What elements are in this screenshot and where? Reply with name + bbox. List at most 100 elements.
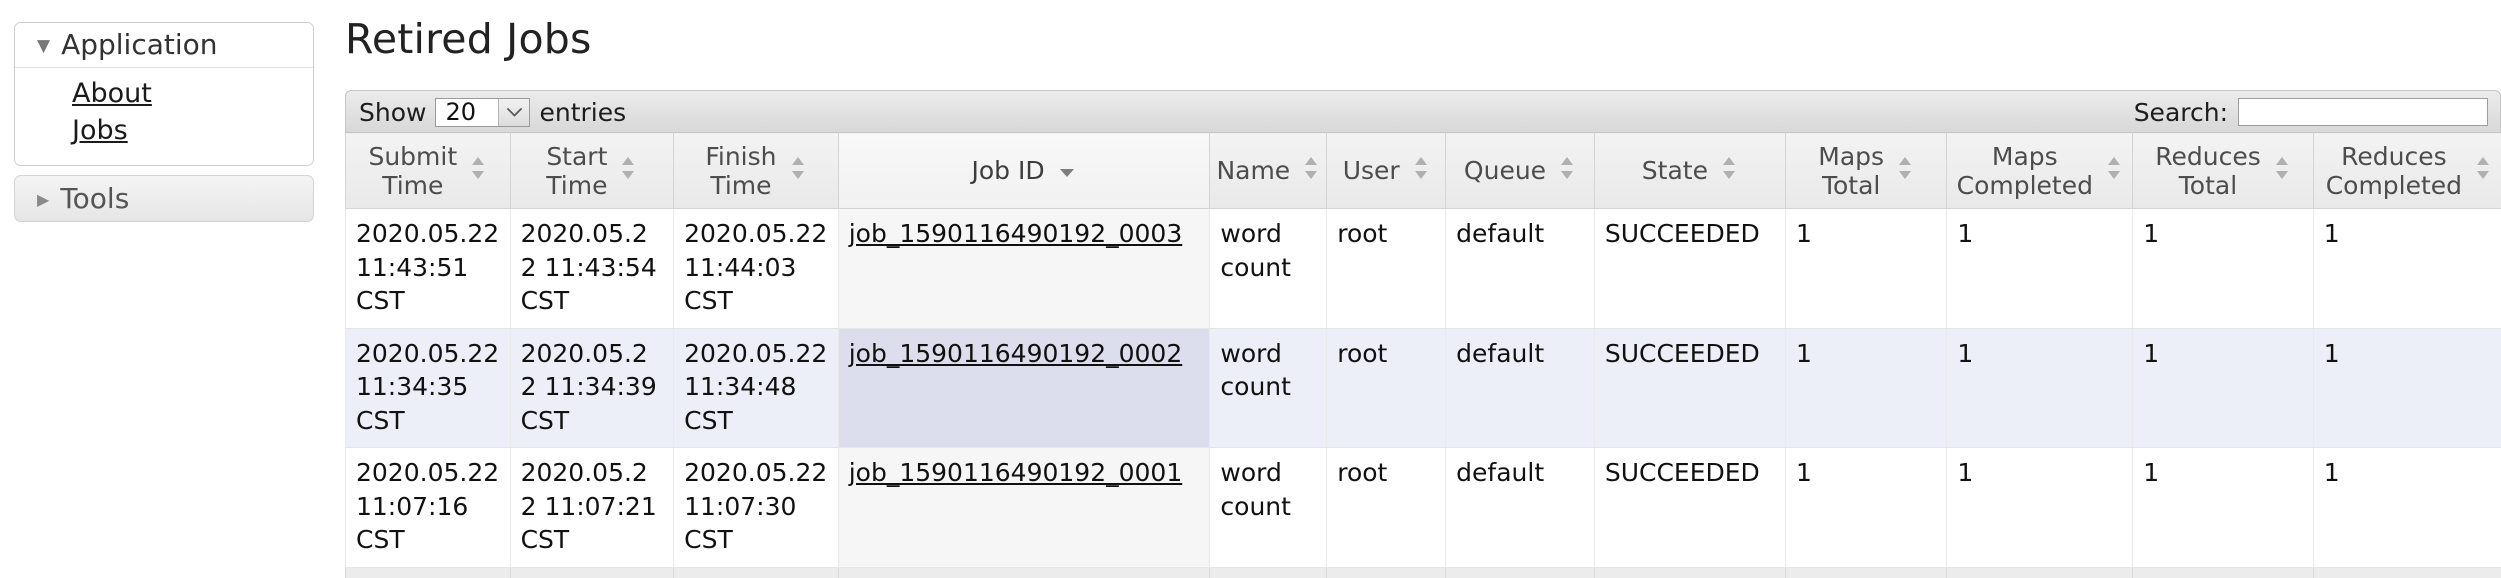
sort-both-icon [1412, 153, 1430, 189]
job-id-link[interactable]: job_1590116490192_0002 [849, 339, 1183, 368]
cell-user: root [1326, 447, 1447, 568]
cell-reduces_completed: 1 [2312, 447, 2501, 568]
cell-maps_total: 1 [1784, 328, 1948, 448]
cell-state: SUCCEEDED [1593, 208, 1786, 329]
filter-cell-col-finish-time [673, 566, 839, 578]
cell-name: word count [1209, 208, 1328, 329]
sort-both-icon [1896, 153, 1914, 189]
sidebar-section-tools-header[interactable]: ▶ Tools [15, 176, 313, 221]
jobs-table-head: Submit Time Start Time Finish Time Job ID Name U… [345, 132, 2501, 209]
datatable-toolbar: Show 20 entries Search: [345, 90, 2501, 132]
filter-cell-col-name [1209, 566, 1328, 578]
cell-user: root [1326, 208, 1447, 329]
filter-cell-col-state [1593, 566, 1786, 578]
sort-desc-icon [1057, 156, 1077, 185]
jobs-table-container: Submit Time Start Time Finish Time Job ID Name U… [345, 132, 2501, 578]
cell-finish_time: 2020.05.22 11:07:30 CST [673, 447, 839, 568]
col-start-time-label: Start Time [546, 141, 608, 200]
col-submit-time[interactable]: Submit Time [345, 132, 511, 209]
col-reduces-completed-label: Reduces Completed [2325, 141, 2463, 200]
sort-both-icon [1720, 153, 1738, 189]
cell-job_id: job_1590116490192_0003 [837, 208, 1211, 329]
cell-job_id: job_1590116490192_0001 [837, 447, 1211, 568]
jobs-table-header-row: Submit Time Start Time Finish Time Job ID Name U… [345, 132, 2501, 209]
col-name-label: Name [1216, 156, 1291, 185]
chevron-down-icon [498, 98, 530, 126]
col-user[interactable]: User [1326, 132, 1447, 209]
filter-cell-col-reduces-total [2132, 566, 2314, 578]
cell-reduces_completed: 1 [2312, 208, 2501, 329]
cell-reduces_total: 1 [2132, 328, 2314, 448]
filter-cell-col-maps-completed [1946, 566, 2134, 578]
col-state[interactable]: State [1593, 132, 1786, 209]
col-maps-total[interactable]: Maps Total [1784, 132, 1948, 209]
cell-finish_time: 2020.05.22 11:44:03 CST [673, 208, 839, 329]
col-finish-time[interactable]: Finish Time [673, 132, 839, 209]
col-queue[interactable]: Queue [1445, 132, 1595, 209]
cell-user: root [1326, 328, 1447, 448]
cell-state: SUCCEEDED [1593, 328, 1786, 448]
filter-cell-col-queue [1445, 566, 1595, 578]
cell-maps_total: 1 [1784, 208, 1948, 329]
cell-queue: default [1445, 208, 1595, 329]
filter-cell-col-user [1326, 566, 1447, 578]
col-maps-total-label: Maps Total [1818, 141, 1885, 200]
sort-both-icon [469, 153, 487, 189]
col-user-label: User [1342, 156, 1400, 185]
col-job-id[interactable]: Job ID [837, 132, 1211, 209]
cell-finish_time: 2020.05.22 11:34:48 CST [673, 328, 839, 448]
table-row: 2020.05.22 11:34:35 CST 2020.05.22 11:34:… [345, 328, 2501, 448]
search-input[interactable] [2238, 98, 2488, 126]
col-job-id-label: Job ID [971, 156, 1045, 185]
jobs-table: Submit Time Start Time Finish Time Job ID Name U… [345, 132, 2501, 578]
page-length-value: 20 [445, 98, 477, 126]
sidebar-link-about[interactable]: About [15, 75, 313, 112]
sidebar-link-jobs[interactable]: Jobs [15, 112, 313, 149]
cell-start_time: 2020.05.22 11:07:21 CST [509, 447, 675, 568]
col-reduces-total-label: Reduces Total [2155, 141, 2261, 200]
sort-both-icon [2474, 153, 2492, 189]
cell-reduces_total: 1 [2132, 208, 2314, 329]
col-name[interactable]: Name [1209, 132, 1328, 209]
cell-submit_time: 2020.05.22 11:43:51 CST [345, 208, 511, 329]
sidebar-section-application-header[interactable]: ▼ Application [15, 23, 313, 68]
triangle-down-icon: ▼ [37, 36, 51, 56]
col-state-label: State [1641, 156, 1708, 185]
job-id-link[interactable]: job_1590116490192_0001 [849, 458, 1183, 487]
cell-name: word count [1209, 447, 1328, 568]
job-id-link[interactable]: job_1590116490192_0003 [849, 219, 1183, 248]
cell-reduces_total: 1 [2132, 447, 2314, 568]
filter-cell-col-reduces-completed [2312, 566, 2501, 578]
show-label: Show [359, 97, 427, 127]
page-length-select[interactable]: 20 [435, 97, 531, 127]
table-row: 2020.05.22 11:43:51 CST 2020.05.22 11:43:… [345, 208, 2501, 329]
col-start-time[interactable]: Start Time [509, 132, 675, 209]
page-length-control: Show 20 entries [359, 91, 626, 133]
cell-start_time: 2020.05.22 11:43:54 CST [509, 208, 675, 329]
col-maps-completed[interactable]: Maps Completed [1946, 132, 2134, 209]
sort-both-icon [1302, 153, 1320, 189]
col-reduces-total[interactable]: Reduces Total [2132, 132, 2314, 209]
search-label: Search: [2133, 97, 2228, 127]
page-title: Retired Jobs [345, 15, 592, 63]
col-maps-completed-label: Maps Completed [1956, 141, 2093, 200]
cell-state: SUCCEEDED [1593, 447, 1786, 568]
filter-cell-col-start-time [509, 566, 675, 578]
sidebar-section-application-label: Application [61, 28, 218, 61]
sidebar: ▼ Application About Jobs ▶ Tools [14, 22, 314, 222]
col-queue-label: Queue [1463, 156, 1547, 185]
sort-both-icon [2105, 153, 2123, 189]
filter-cell-col-job-id [837, 566, 1211, 578]
filter-cell-col-submit-time [345, 566, 511, 578]
col-reduces-completed[interactable]: Reduces Completed [2312, 132, 2501, 209]
table-row: 2020.05.22 11:07:16 CST 2020.05.22 11:07:… [345, 447, 2501, 568]
sidebar-section-tools[interactable]: ▶ Tools [14, 175, 314, 222]
jobs-table-filter-row [345, 566, 2501, 578]
cell-maps_completed: 1 [1946, 447, 2134, 568]
main-content: Retired Jobs Show 20 entries Search: Sub… [341, 0, 2501, 578]
cell-job_id: job_1590116490192_0002 [837, 328, 1211, 448]
sort-both-icon [619, 153, 637, 189]
sidebar-section-tools-label: Tools [60, 182, 130, 215]
cell-maps_completed: 1 [1946, 328, 2134, 448]
sidebar-section-application-body: About Jobs [15, 68, 313, 165]
